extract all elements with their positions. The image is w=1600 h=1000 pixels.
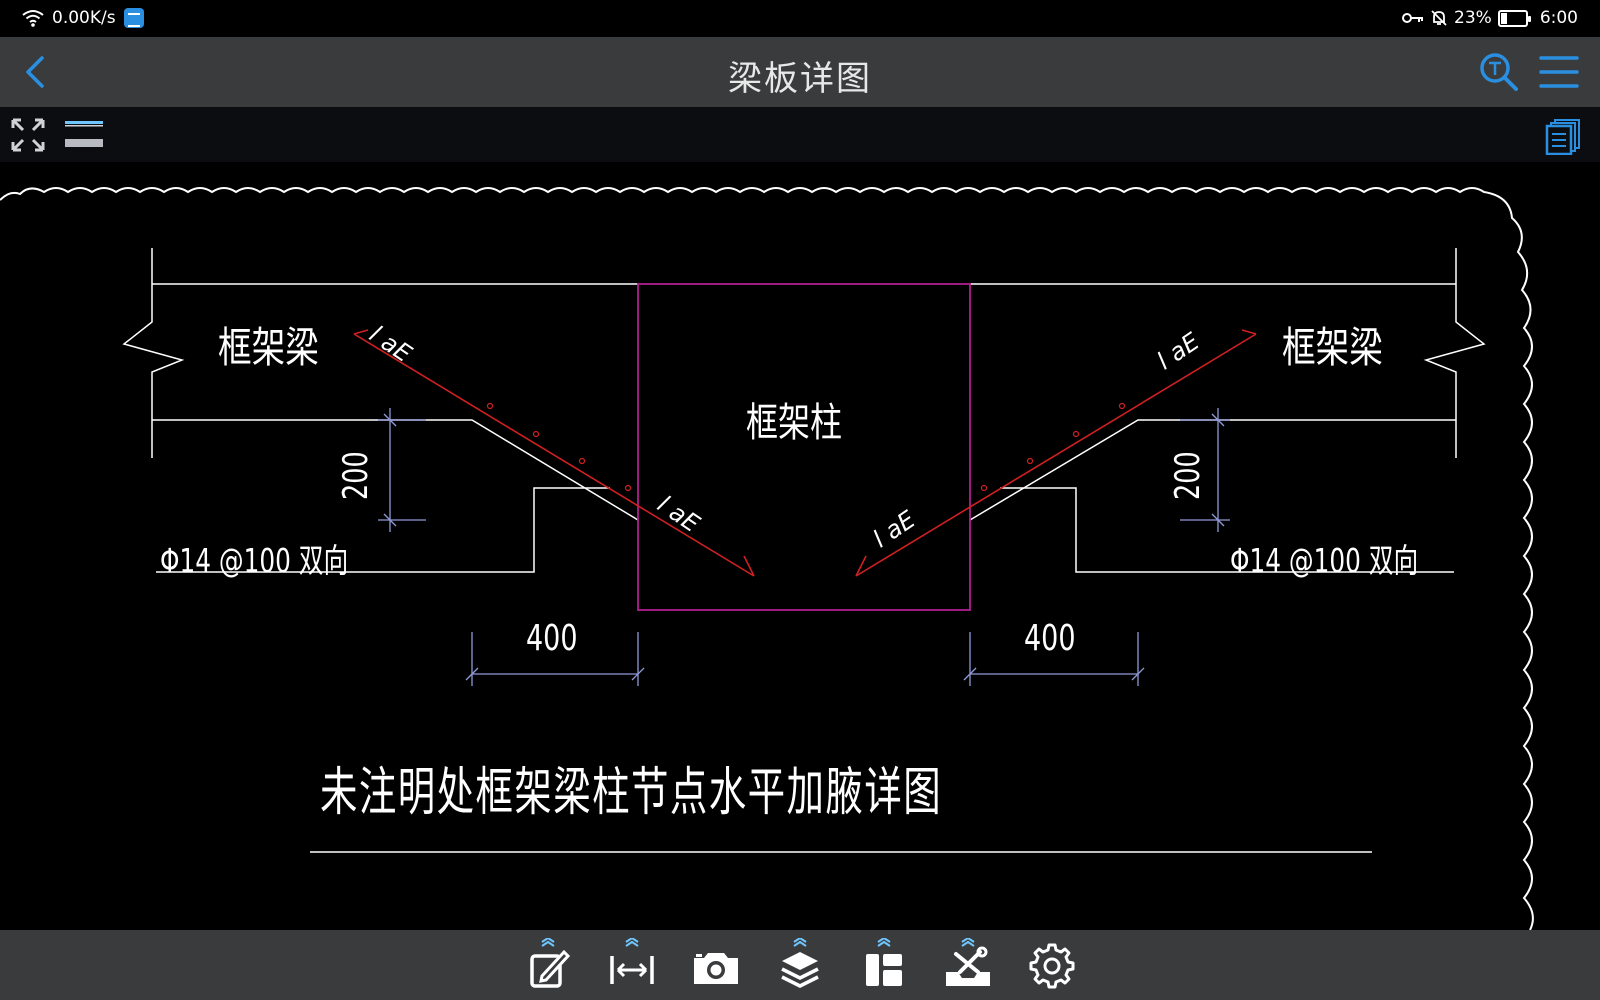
dim-height-left: 200 bbox=[336, 451, 376, 500]
key-icon bbox=[1402, 13, 1424, 23]
tools-icon bbox=[946, 936, 990, 986]
dimension-lines bbox=[378, 408, 1230, 686]
text-search-button[interactable] bbox=[1478, 51, 1520, 93]
camera-icon bbox=[694, 953, 738, 984]
view-tool-strip bbox=[0, 107, 1600, 162]
layout-icon bbox=[866, 936, 902, 986]
label-rebar-right: Φ14 @100 双向 bbox=[1230, 541, 1419, 580]
status-bar: 0.00K/s 23% 6:00 bbox=[0, 0, 1600, 37]
text-search-icon bbox=[1480, 53, 1518, 91]
beam-outline-right bbox=[969, 248, 1486, 573]
menu-button[interactable] bbox=[1538, 53, 1580, 91]
label-rebar-left: Φ14 @100 双向 bbox=[160, 541, 349, 580]
edit-button[interactable] bbox=[520, 936, 576, 994]
layers-icon bbox=[781, 936, 819, 988]
edit-icon bbox=[530, 936, 571, 988]
hotspot-icon bbox=[123, 8, 144, 28]
battery-icon bbox=[1497, 9, 1531, 27]
page-title: 梁板详图 bbox=[728, 59, 872, 99]
battery-percent: 23% bbox=[1454, 8, 1492, 28]
bottom-toolbar bbox=[0, 930, 1600, 1000]
pages-button[interactable] bbox=[1545, 117, 1583, 156]
settings-button[interactable] bbox=[1024, 938, 1080, 994]
label-frame-beam-left: 框架梁 bbox=[218, 323, 319, 372]
dim-width-left: 400 bbox=[526, 618, 578, 659]
camera-button[interactable] bbox=[688, 938, 744, 994]
layers-button[interactable] bbox=[772, 936, 828, 994]
title-bar: 梁板详图 bbox=[0, 37, 1600, 107]
layer-toggle-button[interactable] bbox=[64, 119, 104, 151]
status-right: 23% 6:00 bbox=[1402, 8, 1578, 28]
battery-fill bbox=[1500, 12, 1507, 24]
bell-muted-icon bbox=[1431, 10, 1447, 26]
drawing-caption: 未注明处框架梁柱节点水平加腋详图 bbox=[320, 763, 943, 823]
fullscreen-button[interactable] bbox=[10, 117, 46, 153]
wifi-icon bbox=[22, 10, 44, 27]
layer-toggle-icon bbox=[65, 121, 103, 147]
dim-width-right: 400 bbox=[1024, 618, 1076, 659]
measure-icon bbox=[610, 936, 654, 984]
rebar-lines bbox=[353, 329, 1257, 577]
network-speed: 0.00K/s bbox=[52, 8, 116, 28]
drawing-canvas[interactable]: 框架梁 框架梁 框架柱 Φ14 @100 双向 Φ14 @100 双向 400 … bbox=[0, 162, 1600, 930]
status-left: 0.00K/s bbox=[22, 8, 144, 28]
tools-button[interactable] bbox=[940, 936, 996, 994]
pages-list-icon bbox=[1545, 119, 1580, 156]
settings-icon bbox=[1029, 943, 1075, 989]
clock: 6:00 bbox=[1539, 8, 1578, 28]
fullscreen-expand-icon bbox=[11, 118, 45, 152]
layout-button[interactable] bbox=[856, 936, 912, 994]
label-frame-beam-right: 框架梁 bbox=[1282, 323, 1383, 372]
dim-height-right: 200 bbox=[1168, 451, 1208, 500]
measure-button[interactable] bbox=[604, 936, 660, 994]
hamburger-menu-icon bbox=[1539, 56, 1579, 88]
beam-outline-left bbox=[122, 248, 639, 573]
label-frame-column: 框架柱 bbox=[746, 400, 842, 446]
